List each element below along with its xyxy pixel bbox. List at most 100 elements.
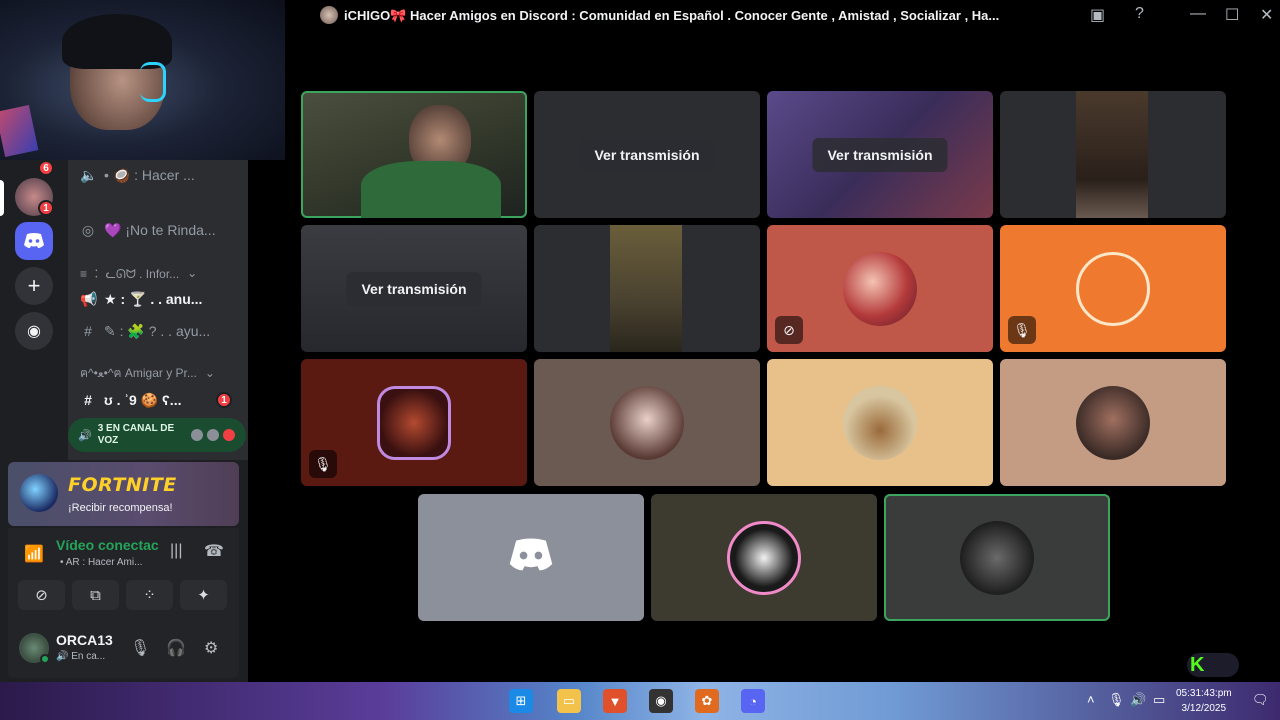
activities-button[interactable]: ⁘ [126, 580, 173, 610]
kick-logo: K [1187, 653, 1239, 677]
minimize-icon[interactable]: — [1190, 5, 1206, 23]
video-tile[interactable] [884, 494, 1110, 621]
camera-off-button[interactable]: ⊘ [18, 580, 65, 610]
video-tile[interactable] [651, 494, 877, 621]
discord-taskbar-icon[interactable]: ◔ [741, 689, 765, 713]
window-title: iCHIGO🎀 Hacer Amigos en Discord : Comuni… [344, 8, 1000, 23]
noise-suppression-icon[interactable]: ||| [170, 542, 182, 560]
camera-off-icon: ⊘ [35, 587, 48, 604]
watch-stream-button[interactable]: Ver transmisión [346, 271, 482, 306]
explore-icon[interactable]: ◉ [15, 312, 53, 350]
microphone-icon[interactable]: 🎙 [1108, 692, 1125, 708]
voice-status[interactable]: Vídeo conectac [56, 537, 159, 553]
video-tile[interactable] [767, 359, 993, 486]
online-status-dot [40, 654, 50, 664]
signal-icon[interactable]: 📶 [24, 544, 44, 564]
avatar [610, 385, 684, 460]
windows-start-icon[interactable]: ⊞ [509, 689, 533, 713]
stage-icon: ◎ [81, 221, 95, 238]
video-tile[interactable]: 🎙 [1000, 225, 1226, 352]
channel-list: 🔈 • 🥥 : Hacer ... ◎ 💜 ¡No te Rinda... ≡ … [68, 160, 248, 460]
video-tile[interactable] [1000, 91, 1226, 218]
server-rail: 6 1 + ◉ [0, 160, 68, 460]
watch-stream-button[interactable]: Ver transmisión [579, 137, 715, 172]
file-explorer-icon[interactable]: ▭ [557, 689, 581, 713]
video-tile[interactable]: ⊘ [767, 225, 993, 352]
channel-item[interactable]: ◎ 💜 ¡No te Rinda... [80, 219, 240, 241]
channel-label: ★ : 🍸 . . anu... [104, 290, 203, 307]
window-titlebar: iCHIGO🎀 Hacer Amigos en Discord : Comuni… [285, 0, 1280, 32]
speaker-icon: 🔊 [78, 429, 92, 442]
avatar [377, 385, 451, 460]
webcam-poster [0, 104, 39, 158]
mic-off-icon: 🎙 [309, 450, 337, 478]
taskbar-clock[interactable]: 05:31:43:pm 3/12/2025 [1176, 686, 1232, 716]
server-badge: 6 [38, 160, 54, 176]
video-tile[interactable] [534, 225, 760, 352]
soundboard-icon: ✦ [197, 587, 210, 604]
video-tile[interactable]: 🎙 [301, 359, 527, 486]
chevron-up-icon[interactable]: ˄ [1087, 692, 1095, 707]
brave-icon[interactable]: ▼ [603, 689, 627, 713]
user-status: 🔊 En ca... [56, 651, 106, 662]
inbox-icon[interactable]: ▣ [1090, 5, 1105, 25]
video-tile[interactable] [534, 359, 760, 486]
watch-stream-button[interactable]: Ver transmisión [812, 137, 948, 172]
chevron-down-icon: ⌄ [204, 366, 215, 380]
fortnite-promo[interactable]: FORTNITE ¡Recibir recompensa! [8, 462, 239, 526]
server-selected-pill [0, 180, 4, 216]
stream-tile[interactable]: Ver transmisión [301, 225, 527, 352]
discord-home-icon[interactable] [15, 222, 53, 260]
add-server-icon[interactable]: + [15, 267, 53, 305]
channel-item[interactable]: 🔈 • 🥥 : Hacer ... [80, 164, 240, 186]
promo-title: FORTNITE [68, 474, 177, 496]
close-icon[interactable]: ✕ [1260, 5, 1273, 25]
discord-sidebar: 6 1 + ◉ 🔈 • 🥥 : Hacer ... ◎ 💜 ¡No te Rin… [0, 160, 248, 682]
channel-item[interactable]: # ✎ : 🧩 ? . . ayu... [80, 320, 240, 342]
avatar [221, 428, 236, 442]
stream-tile[interactable]: Ver transmisión [767, 91, 993, 218]
gear-icon[interactable]: ⚙ [204, 638, 218, 658]
headset-icon [140, 62, 166, 102]
user-panel: ORCA13 🔊 En ca... 🎙 🎧 ⚙ [8, 624, 239, 672]
microphone-icon[interactable]: 🎙 [130, 638, 150, 658]
obs-icon[interactable]: ◉ [649, 689, 673, 713]
channel-label: 💜 ¡No te Rinda... [104, 221, 216, 238]
channel-label: ✎ : 🧩 ? . . ayu... [104, 322, 211, 339]
activities-icon: ⁘ [143, 587, 156, 604]
video-tile[interactable] [1000, 359, 1226, 486]
disconnect-icon[interactable]: ☎ [204, 541, 224, 561]
fl-studio-icon[interactable]: ✿ [695, 689, 719, 713]
avatar [205, 428, 220, 442]
soundboard-button[interactable]: ✦ [180, 580, 227, 610]
clock-time: 05:31:43:pm [1176, 688, 1232, 699]
network-icon[interactable]: ▭ [1153, 692, 1165, 708]
share-screen-button[interactable]: ⧉ [72, 580, 119, 610]
avatar [843, 385, 917, 460]
stream-tile[interactable]: Ver transmisión [534, 91, 760, 218]
avatar [960, 520, 1034, 595]
username[interactable]: ORCA13 [56, 632, 113, 648]
maximize-icon[interactable]: ☐ [1225, 5, 1239, 25]
video-tile[interactable] [301, 91, 527, 218]
video-tile[interactable] [418, 494, 644, 621]
participant-video [1076, 91, 1148, 218]
help-icon[interactable]: ? [1135, 5, 1144, 23]
discord-logo-icon [507, 538, 555, 577]
channel-category[interactable]: ≡ ︰ ᓚᘏᗢ . Infor... ⌄ [80, 262, 240, 284]
avatar [189, 428, 204, 442]
webcam-hair [62, 14, 172, 69]
avatar [1076, 251, 1150, 326]
channel-label: ʊ . ʾ9 🍪 ʕ... [104, 391, 182, 408]
participant-video [610, 225, 682, 352]
voice-channel-pill[interactable]: 🔊 3 EN CANAL DE VOZ [68, 418, 246, 452]
notifications-icon[interactable]: 🗨 [1252, 692, 1269, 708]
clock-date: 3/12/2025 [1181, 703, 1227, 714]
headphones-icon[interactable]: 🎧 [166, 638, 186, 658]
volume-icon[interactable]: 🔊 [1130, 692, 1146, 708]
channel-category[interactable]: ฅ^•ﻌ•^ฅ Amigar y Pr... ⌄ [80, 362, 240, 384]
voice-channel-name[interactable]: • AR : Hacer Ami... [60, 557, 142, 568]
channel-item[interactable]: 📢 ★ : 🍸 . . anu... [80, 288, 240, 310]
unread-badge: 1 [216, 392, 232, 408]
promo-logo [20, 474, 58, 512]
